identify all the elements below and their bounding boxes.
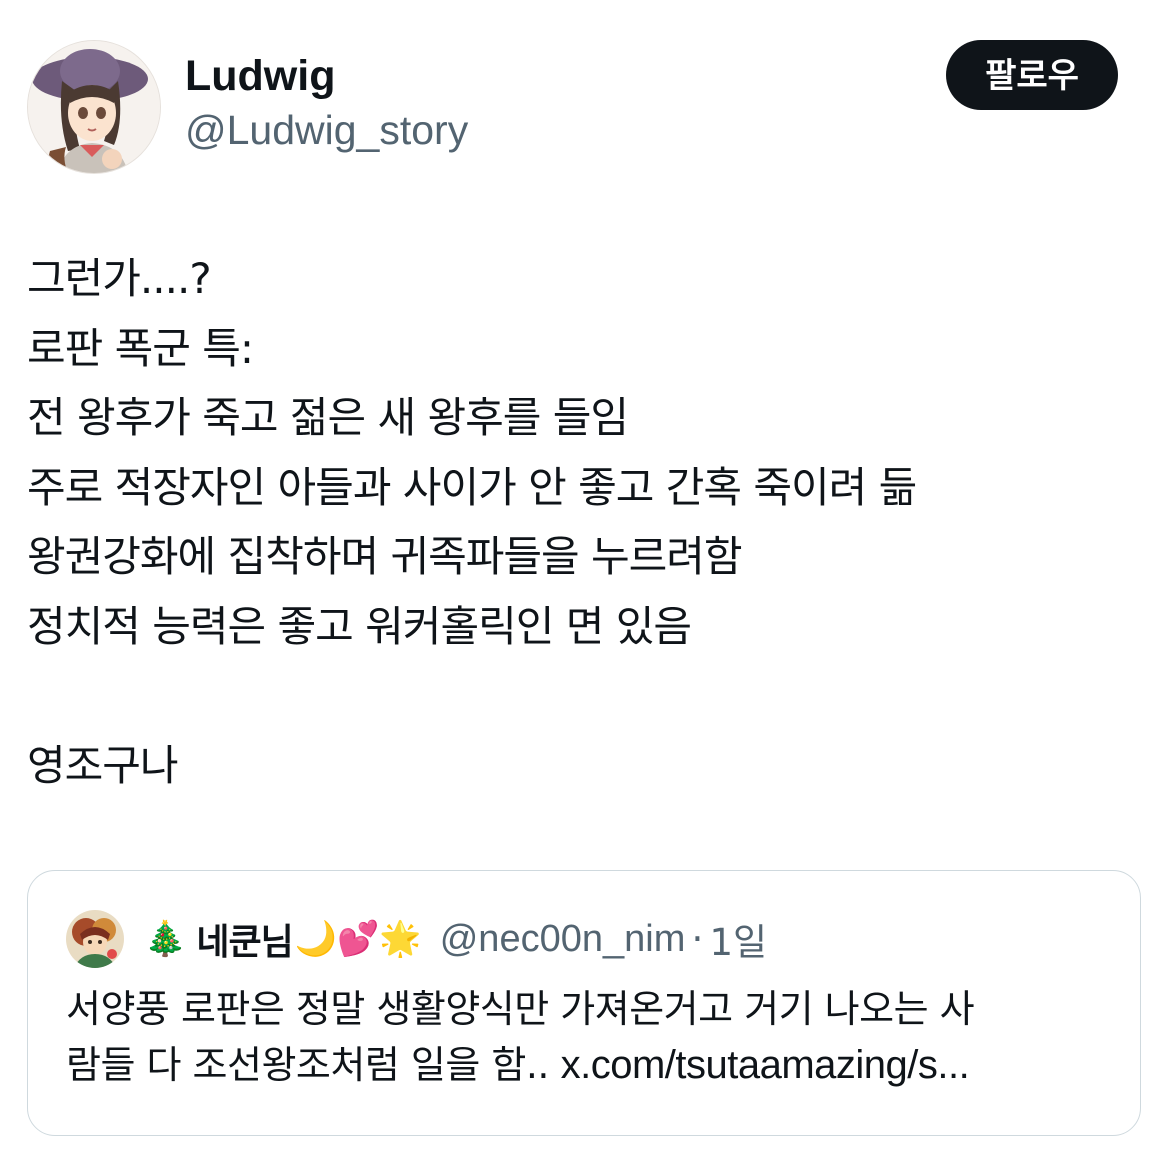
quoted-avatar-illustration — [66, 910, 124, 968]
name-emoji-icon: 🌙💕🌟 — [294, 919, 422, 959]
quoted-text-line: 서양풍 로판은 정말 생활양식만 가져온거고 거기 나오는 사 — [66, 987, 975, 1031]
follow-button[interactable]: 팔로우 — [946, 40, 1118, 110]
tweet-line: 로판 폭군 특: — [27, 323, 254, 373]
quoted-tweet-header: 🎄 네쿤님 🌙💕🌟 @nec00n_nim · 1일 — [66, 909, 767, 969]
quoted-link[interactable]: x.com/tsutaamazing/s... — [561, 1043, 970, 1087]
quoted-avatar-icon[interactable] — [66, 910, 124, 968]
tweet-line: 왕권강화에 집착하며 귀족파들을 누르려함 — [27, 532, 743, 581]
separator-dot: · — [691, 917, 704, 961]
quoted-text-line: 람들 다 조선왕조처럼 일을 함.. x.com/tsutaamazing/s.… — [66, 1037, 1106, 1093]
quoted-text-segment: 람들 다 조선왕조처럼 일을 함.. — [66, 1043, 561, 1087]
tweet-line: 영조구나 — [27, 740, 179, 790]
tweet-text: 그런가....? 로판 폭군 특: 전 왕후가 죽고 젊은 새 왕후를 들임 주… — [27, 244, 1137, 800]
quoted-tweet-text: 서양풍 로판은 정말 생활양식만 가져온거고 거기 나오는 사 람들 다 조선왕… — [66, 981, 1106, 1093]
quoted-display-name[interactable]: 네쿤님 — [196, 913, 293, 965]
tweet-line: 정치적 능력은 좋고 워커홀릭인 면 있음 — [27, 601, 692, 651]
quoted-tweet-card[interactable]: 🎄 네쿤님 🌙💕🌟 @nec00n_nim · 1일 서양풍 로판은 정말 생활… — [27, 870, 1141, 1136]
tweet-line: 주로 적장자인 아들과 사이가 안 좋고 간혹 죽이려 듦 — [27, 462, 917, 512]
quoted-timestamp[interactable]: 1일 — [709, 912, 767, 966]
author-handle[interactable]: @Ludwig_story — [185, 104, 468, 156]
author-display-name[interactable]: Ludwig — [185, 50, 468, 102]
profile-avatar-icon[interactable] — [27, 40, 161, 174]
avatar-illustration — [28, 41, 160, 173]
author-names: Ludwig @Ludwig_story — [185, 50, 468, 156]
christmas-tree-emoji-icon: 🎄 — [144, 919, 187, 959]
quoted-handle[interactable]: @nec00n_nim — [440, 918, 686, 961]
tweet-header: Ludwig @Ludwig_story 팔로우 — [27, 40, 1118, 174]
tweet-line: 그런가....? — [27, 254, 212, 303]
tweet-line: 전 왕후가 죽고 젊은 새 왕후를 들임 — [27, 393, 629, 442]
